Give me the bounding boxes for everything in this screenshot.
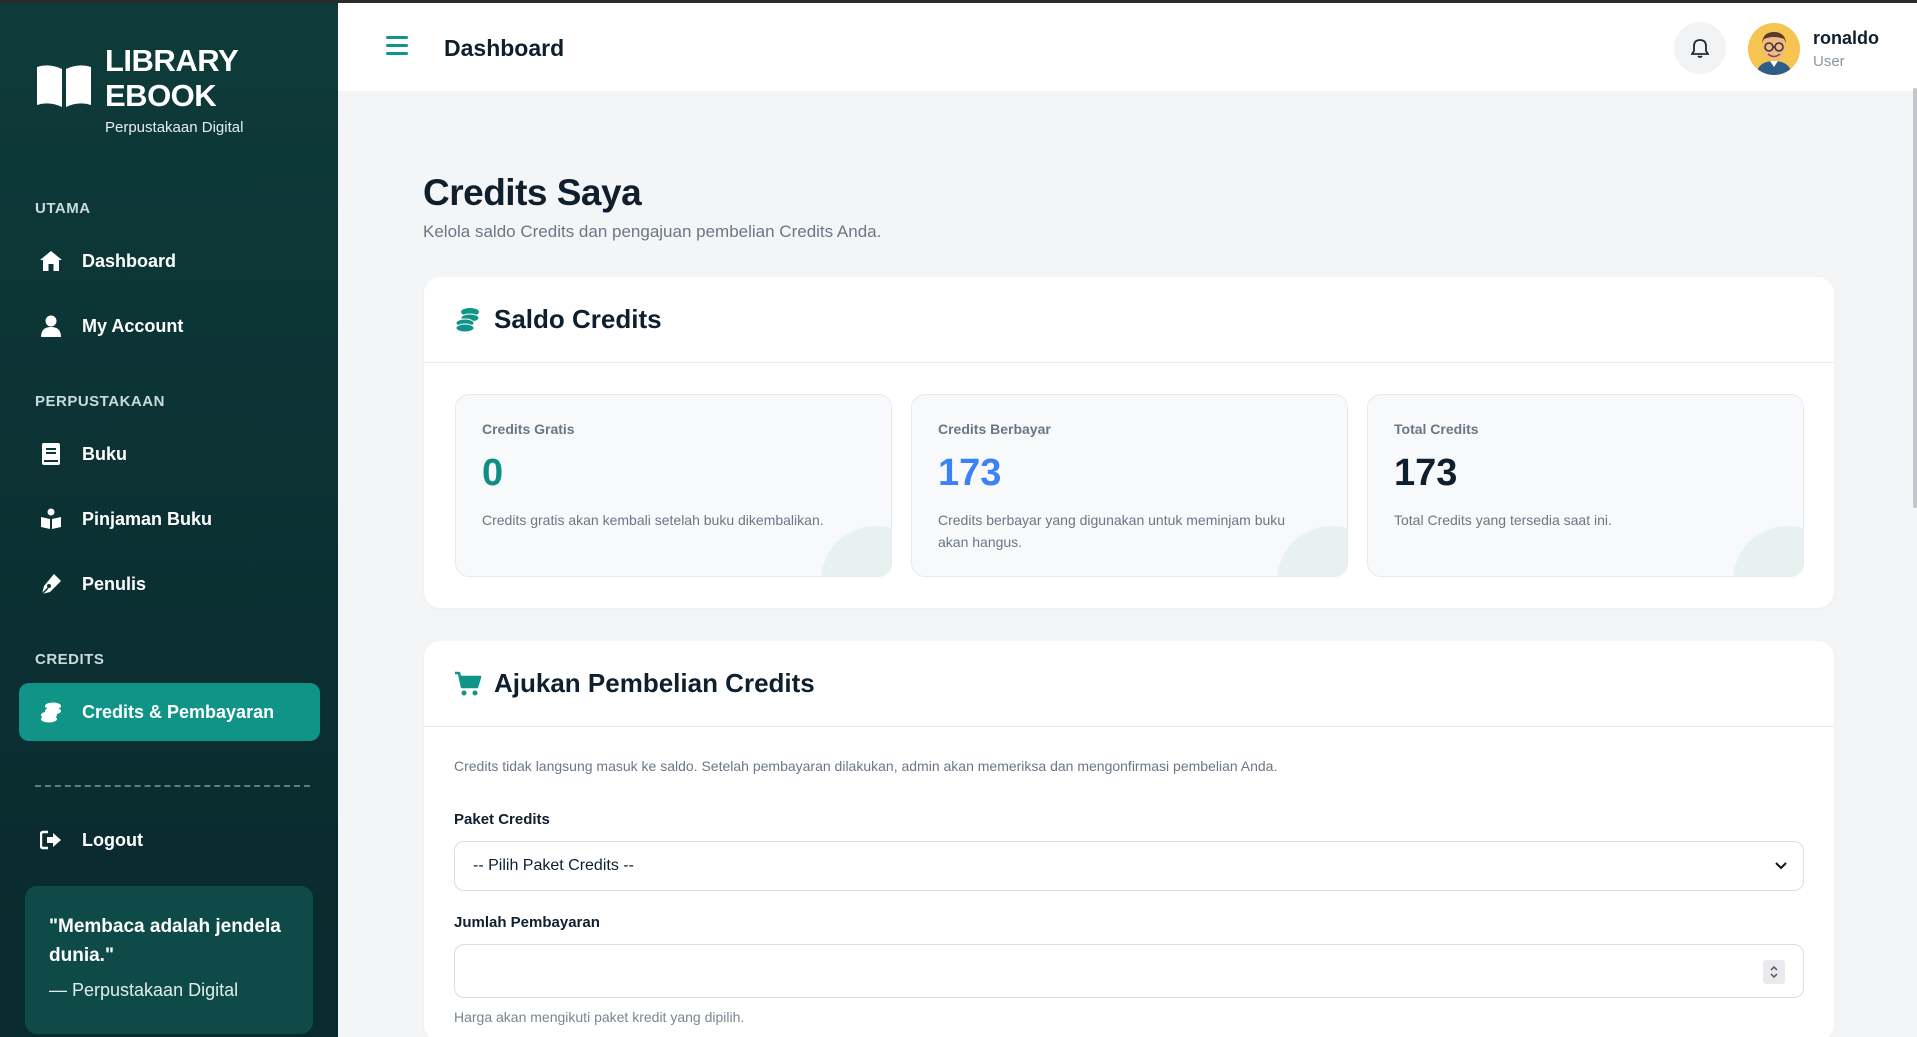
stat-decoration (821, 526, 891, 576)
sidebar-item-label: Credits & Pembayaran (82, 701, 275, 722)
brand[interactable]: LIBRARY EBOOK Perpustakaan Digital (35, 43, 255, 136)
amount-hint: Harga akan mengikuti paket kredit yang d… (454, 1009, 745, 1025)
purchase-card-title: Ajukan Pembelian Credits (494, 668, 815, 698)
sidebar: LIBRARY EBOOK Perpustakaan Digital UTAMA… (0, 3, 338, 1037)
chevron-down-icon (1775, 862, 1787, 870)
user-role: User (1813, 53, 1845, 70)
stat-credits-berbayar: Credits Berbayar 173 Credits berbayar ya… (911, 394, 1348, 577)
notification-bell-icon[interactable] (1674, 22, 1726, 74)
section-label-credits: CREDITS (35, 651, 105, 668)
sidebar-item-logout[interactable]: Logout (19, 811, 320, 869)
sidebar-item-pinjaman-buku[interactable]: Pinjaman Buku (19, 490, 320, 548)
sidebar-item-dashboard[interactable]: Dashboard (19, 232, 320, 290)
sidebar-item-label: Pinjaman Buku (82, 508, 213, 529)
stat-description: Credits berbayar yang digunakan untuk me… (938, 512, 1286, 550)
book-icon (38, 441, 64, 467)
user-name[interactable]: ronaldo (1813, 28, 1879, 49)
user-icon (38, 313, 64, 339)
sidebar-item-credits-pembayaran[interactable]: Credits & Pembayaran (19, 683, 320, 741)
pen-icon (38, 571, 64, 597)
number-spinner-icon[interactable] (1763, 960, 1785, 984)
open-book-icon (37, 65, 91, 107)
shopping-cart-icon (454, 670, 482, 698)
avatar[interactable] (1748, 23, 1800, 75)
section-label-perpustakaan: PERPUSTAKAAN (35, 393, 165, 410)
stat-total-credits: Total Credits 173 Total Credits yang ter… (1367, 394, 1804, 577)
balance-card-title: Saldo Credits (494, 304, 662, 334)
sidebar-item-buku[interactable]: Buku (19, 425, 320, 483)
sidebar-item-label: Penulis (82, 573, 147, 594)
coins-icon (454, 306, 482, 334)
balance-card-header: Saldo Credits (424, 277, 1834, 363)
logout-icon (38, 827, 64, 853)
header-title: Dashboard (444, 35, 565, 61)
package-select[interactable]: -- Pilih Paket Credits -- (454, 841, 1804, 891)
stat-label: Credits Gratis (482, 421, 575, 437)
amount-input[interactable] (454, 944, 1804, 998)
coins-icon (38, 699, 64, 725)
brand-title: LIBRARY EBOOK (105, 43, 238, 113)
quote-text: "Membaca adalah jendela dunia." (49, 916, 281, 966)
package-label: Paket Credits (454, 811, 550, 828)
purchase-card-header: Ajukan Pembelian Credits (424, 641, 1834, 727)
book-reader-icon (38, 506, 64, 532)
sidebar-item-label: Buku (82, 443, 127, 464)
home-icon (38, 248, 64, 274)
purchase-card: Ajukan Pembelian Credits Credits tidak l… (424, 641, 1834, 1037)
sidebar-item-label: Logout (82, 829, 143, 850)
stat-value: 173 (1394, 452, 1458, 494)
sidebar-divider (35, 785, 310, 787)
stat-description: Total Credits yang tersedia saat ini. (1394, 512, 1612, 528)
stat-description: Credits gratis akan kembali setelah buku… (482, 512, 824, 528)
sidebar-item-label: My Account (82, 315, 184, 336)
quote-box: "Membaca adalah jendela dunia." — Perpus… (25, 886, 313, 1034)
quote-author: — Perpustakaan Digital (49, 980, 239, 1000)
balance-card: Saldo Credits Credits Gratis 0 Credits g… (424, 277, 1834, 608)
page-subtitle: Kelola saldo Credits dan pengajuan pembe… (423, 222, 882, 241)
amount-label: Jumlah Pembayaran (454, 914, 600, 931)
sidebar-item-label: Dashboard (82, 250, 177, 271)
section-label-utama: UTAMA (35, 200, 91, 217)
sidebar-item-penulis[interactable]: Penulis (19, 555, 320, 613)
package-select-value: -- Pilih Paket Credits -- (473, 857, 634, 874)
page-title: Credits Saya (423, 172, 642, 213)
stat-value: 173 (938, 452, 1002, 494)
stat-value: 0 (482, 452, 504, 494)
stat-label: Total Credits (1394, 421, 1479, 437)
sidebar-item-my-account[interactable]: My Account (19, 297, 320, 355)
page-scrollbar[interactable] (1913, 88, 1917, 508)
stat-credits-gratis: Credits Gratis 0 Credits gratis akan kem… (455, 394, 892, 577)
window-top-border (0, 0, 1917, 3)
brand-subtitle: Perpustakaan Digital (105, 119, 244, 136)
purchase-info-text: Credits tidak langsung masuk ke saldo. S… (454, 758, 1278, 774)
menu-toggle-icon[interactable] (386, 36, 408, 56)
stat-decoration (1733, 526, 1803, 576)
top-header: Dashboard ronaldo User (338, 3, 1917, 91)
stat-label: Credits Berbayar (938, 421, 1051, 437)
